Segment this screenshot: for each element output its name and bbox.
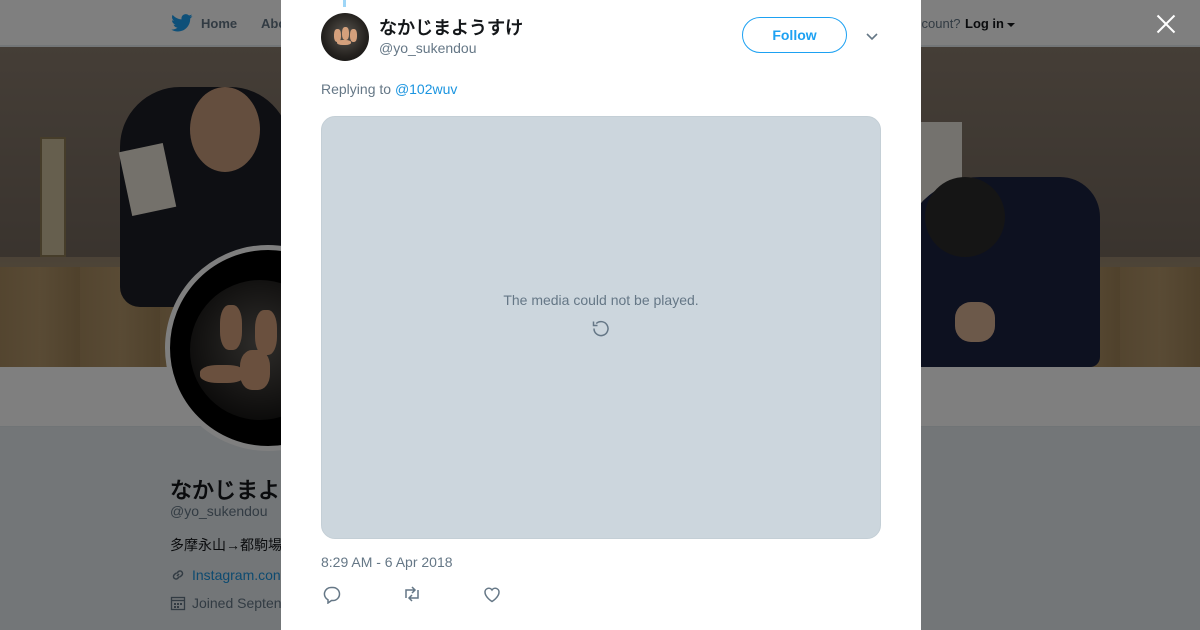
- tweet-author-avatar[interactable]: [321, 13, 369, 61]
- close-icon[interactable]: [1152, 10, 1180, 38]
- replying-to-user-link[interactable]: @102wuv: [395, 81, 457, 97]
- tweet-modal: なかじまようすけ @yo_sukendou Follow Replying to…: [281, 0, 921, 630]
- follow-button[interactable]: Follow: [742, 17, 847, 53]
- thread-connector: [343, 0, 346, 7]
- reply-icon[interactable]: [321, 584, 343, 604]
- media-error-message: The media could not be played.: [503, 292, 699, 308]
- tweet-author-name[interactable]: なかじまようすけ: [379, 14, 523, 40]
- retry-icon[interactable]: [591, 318, 611, 338]
- tweet-author-handle[interactable]: @yo_sukendou: [379, 40, 477, 56]
- chevron-down-icon[interactable]: [863, 28, 881, 44]
- heart-icon[interactable]: [481, 584, 503, 604]
- retweet-icon[interactable]: [401, 584, 423, 604]
- tweet-timestamp[interactable]: 8:29 AM - 6 Apr 2018: [321, 554, 453, 570]
- replying-to-prefix: Replying to: [321, 81, 392, 97]
- media-player[interactable]: The media could not be played.: [321, 116, 881, 539]
- replying-to: Replying to @102wuv: [321, 81, 457, 97]
